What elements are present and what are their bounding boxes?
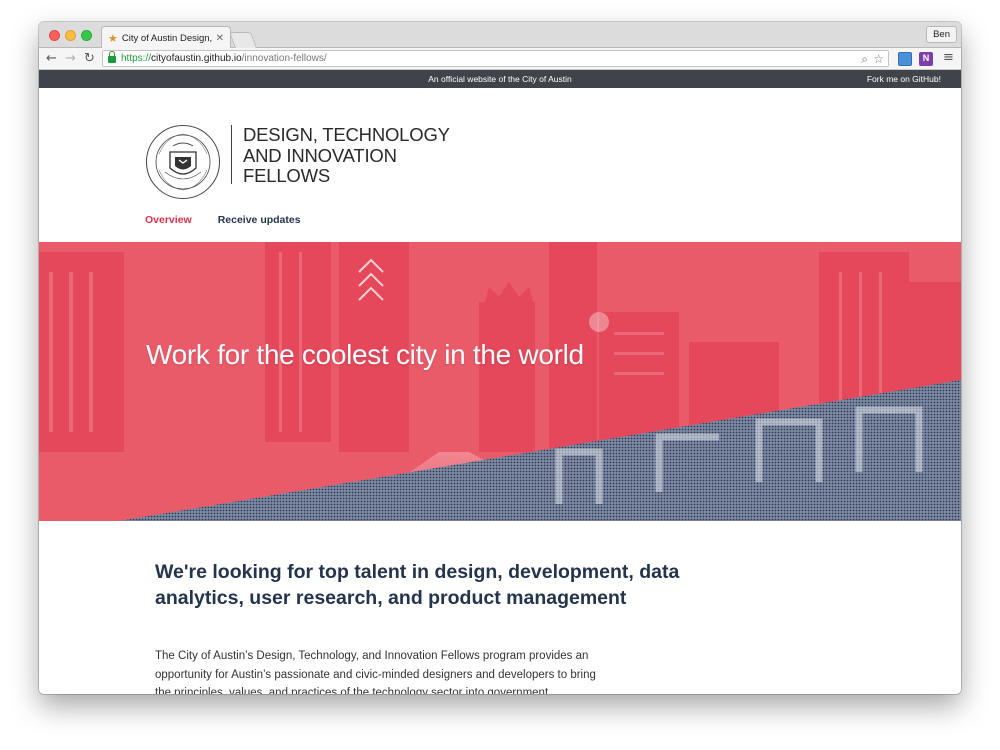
extension-icon[interactable] <box>898 52 912 66</box>
main-nav: Overview Receive updates <box>145 214 301 226</box>
official-site-text: An official website of the City of Austi… <box>428 74 572 84</box>
zoom-window-button[interactable] <box>81 30 92 41</box>
fork-github-link[interactable]: Fork me on GitHub! <box>867 74 941 84</box>
web-page: An official website of the City of Austi… <box>39 70 961 694</box>
official-banner: An official website of the City of Austi… <box>39 70 961 88</box>
onenote-extension-icon[interactable]: N <box>919 52 933 66</box>
logo-line-3: FELLOWS <box>243 165 331 186</box>
tab-strip: ★ City of Austin Design, Tech ✕ Ben <box>39 22 961 49</box>
program-intro-paragraph: The City of Austin’s Design, Technology,… <box>155 650 596 694</box>
hero-title: Work for the coolest city in the world <box>146 339 584 370</box>
site-header: DESIGN, TECHNOLOGY AND INNOVATION FELLOW… <box>39 88 961 242</box>
reload-icon[interactable]: ↻ <box>84 51 95 67</box>
tab-close-icon[interactable]: ✕ <box>216 33 224 44</box>
program-logo-text[interactable]: DESIGN, TECHNOLOGY AND INNOVATION FELLOW… <box>243 124 450 187</box>
talent-heading: We're looking for top talent in design, … <box>155 561 680 609</box>
forward-arrow-icon[interactable]: → <box>65 51 76 67</box>
logo-line-2: AND INNOVATION <box>243 144 397 166</box>
austin-skyline-image <box>39 242 961 521</box>
star-icon[interactable]: ☆ <box>873 52 884 66</box>
tab-title: City of Austin Design, Tech <box>121 32 212 44</box>
url-path: /innovation-fellows/ <box>241 53 327 64</box>
active-tab[interactable]: ★ City of Austin Design, Tech ✕ <box>101 26 231 49</box>
browser-window: ★ City of Austin Design, Tech ✕ Ben ← → … <box>39 22 961 694</box>
main-content: We're looking for top talent in design, … <box>39 559 961 694</box>
lock-icon <box>108 51 116 63</box>
back-arrow-icon[interactable]: ← <box>46 51 57 67</box>
minimize-window-button[interactable] <box>65 30 76 41</box>
address-bar[interactable]: https://cityofaustin.github.io/innovatio… <box>102 50 889 67</box>
magnifier-icon[interactable]: ⌕ <box>861 52 868 67</box>
new-tab-button[interactable] <box>229 32 257 48</box>
logo-divider <box>231 125 232 184</box>
city-seal-logo[interactable] <box>145 124 221 200</box>
url-host: cityofaustin.github.io <box>151 53 242 64</box>
url-protocol: https:// <box>121 53 152 64</box>
nav-receive-updates-link[interactable]: Receive updates <box>218 214 301 226</box>
hamburger-menu-icon[interactable]: ≡ <box>943 50 954 65</box>
profile-button[interactable]: Ben <box>926 26 957 43</box>
hero-banner: Work for the coolest city in the world <box>39 242 961 521</box>
browser-toolbar: ← → ↻ https://cityofaustin.github.io/inn… <box>39 48 961 70</box>
favicon-star-icon: ★ <box>108 31 118 45</box>
logo-line-1: DESIGN, TECHNOLOGY <box>243 124 450 145</box>
nav-overview-link[interactable]: Overview <box>145 214 192 226</box>
close-window-button[interactable] <box>49 30 60 41</box>
